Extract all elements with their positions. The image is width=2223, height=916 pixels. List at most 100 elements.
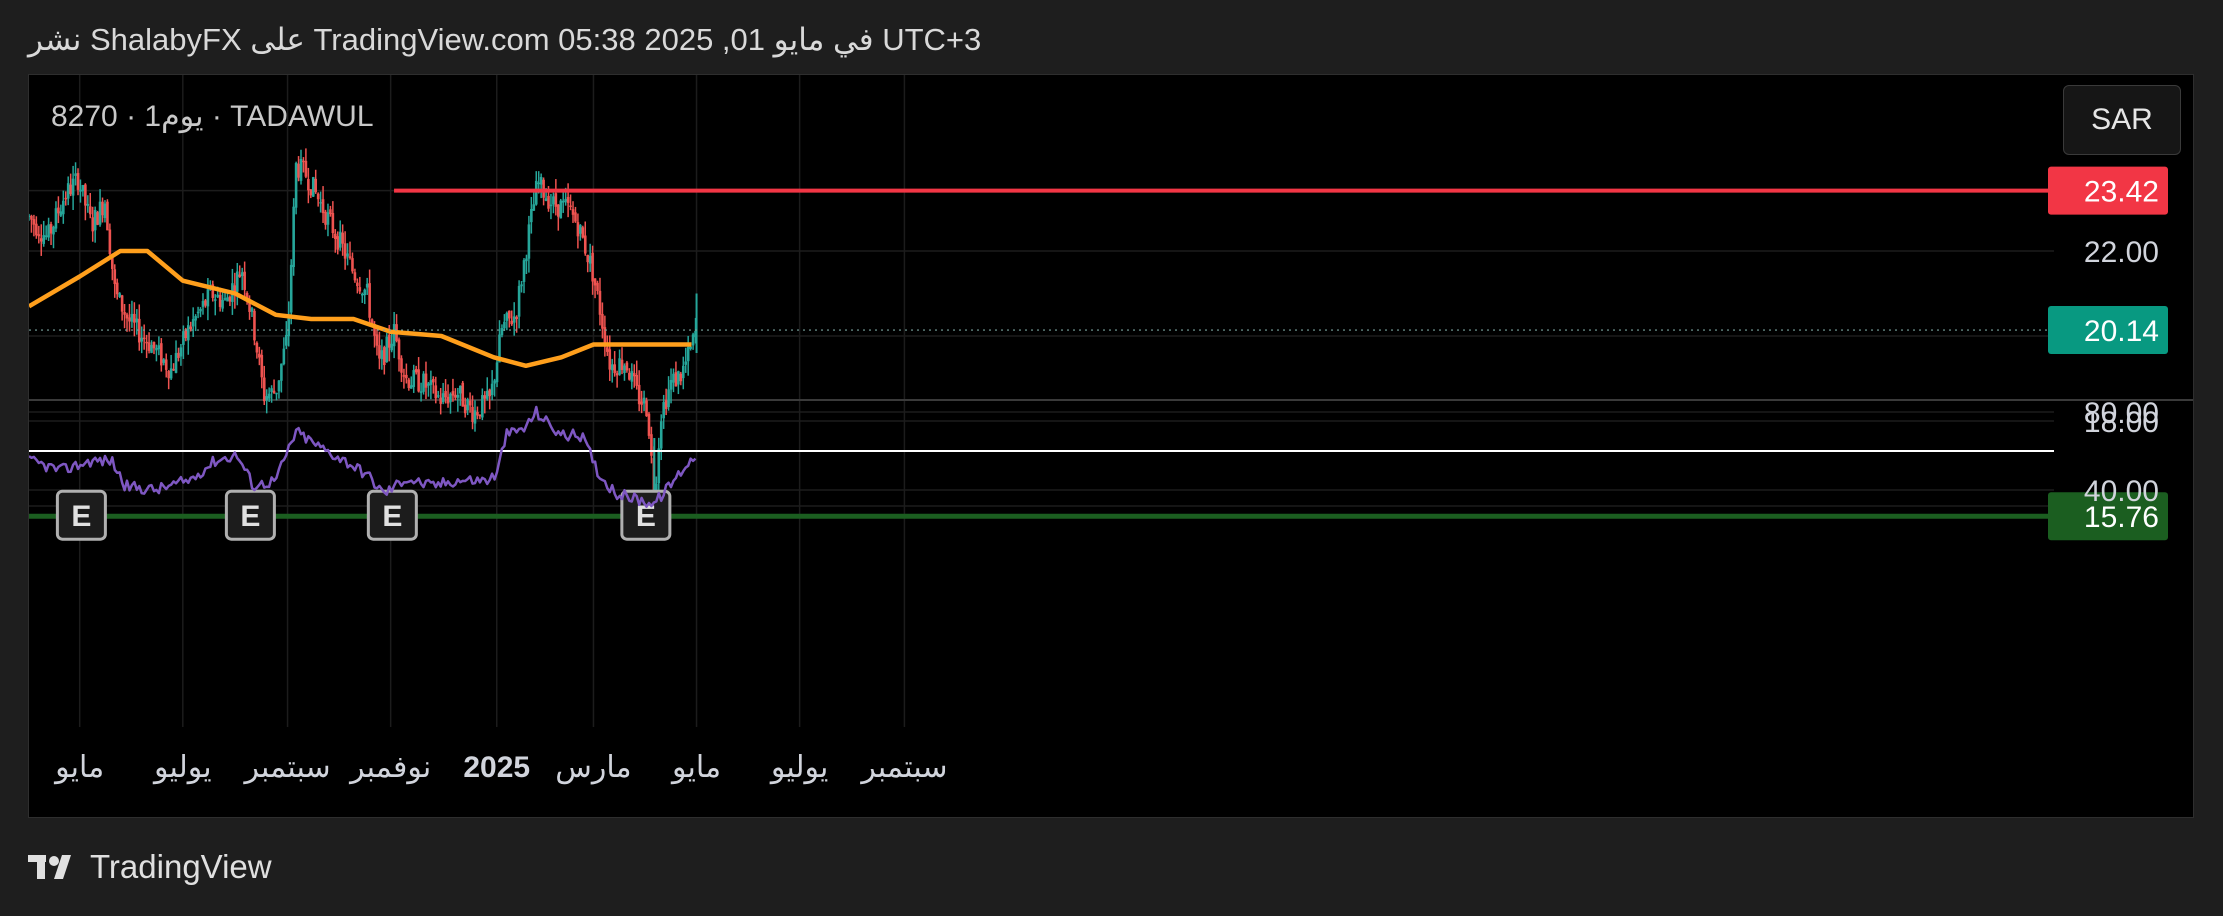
rsi-line[interactable] bbox=[29, 405, 697, 508]
candle bbox=[282, 337, 286, 366]
candle-body bbox=[613, 364, 616, 374]
candle-body bbox=[201, 301, 205, 307]
candle-body bbox=[476, 412, 479, 416]
candle-body bbox=[684, 361, 688, 365]
candle-body bbox=[593, 278, 597, 286]
candle-body bbox=[363, 289, 367, 296]
candle-body bbox=[375, 334, 379, 346]
candle bbox=[360, 292, 364, 303]
candle-body bbox=[160, 343, 163, 366]
candle bbox=[490, 370, 494, 401]
chart-panel[interactable]: EEEE 22.00 18.00 23.42 20.14 15.76 80.00 40.00… bbox=[28, 74, 2194, 818]
earnings-marker[interactable]: E bbox=[366, 489, 418, 541]
symbol-label: 8270 · يوم1 · TADAWUL bbox=[51, 100, 374, 133]
candle-body bbox=[311, 177, 315, 197]
candle-body bbox=[182, 331, 185, 345]
price-label-last-price[interactable]: 20.14 bbox=[2048, 306, 2168, 355]
candle bbox=[383, 345, 386, 375]
candle bbox=[37, 225, 41, 244]
candle-body bbox=[179, 347, 183, 357]
candle bbox=[561, 189, 565, 213]
candle-body bbox=[115, 282, 119, 295]
candle-body bbox=[137, 318, 141, 343]
candle bbox=[505, 311, 509, 331]
candle bbox=[375, 329, 379, 356]
candle-body bbox=[194, 316, 197, 321]
rsi-pane bbox=[29, 405, 2054, 508]
candle bbox=[574, 206, 577, 223]
candle-body bbox=[324, 211, 327, 225]
candle bbox=[74, 162, 77, 186]
candle-body bbox=[657, 448, 661, 484]
candle-body bbox=[172, 368, 175, 371]
candle-body bbox=[186, 325, 190, 341]
candle bbox=[601, 302, 604, 339]
time-axis-tick: يوليو bbox=[152, 751, 212, 784]
candle bbox=[169, 354, 173, 381]
candle bbox=[88, 192, 92, 219]
candle-body bbox=[537, 182, 541, 185]
candle-body bbox=[334, 233, 337, 240]
candle bbox=[569, 194, 572, 211]
candle-body bbox=[488, 389, 491, 397]
candle-body bbox=[444, 390, 447, 398]
candle-body bbox=[216, 294, 219, 298]
candle-body bbox=[485, 390, 489, 399]
candle bbox=[179, 343, 183, 366]
candle bbox=[461, 380, 465, 407]
time-axis-tick: نوفمبر bbox=[348, 751, 431, 784]
candle bbox=[554, 179, 558, 216]
candle-body bbox=[321, 199, 325, 214]
candle bbox=[299, 149, 303, 185]
brand-name: TradingView bbox=[90, 848, 272, 885]
candle bbox=[235, 263, 239, 306]
candle bbox=[650, 426, 653, 464]
candle-body bbox=[566, 196, 570, 203]
candle bbox=[123, 303, 126, 329]
candle-body bbox=[191, 319, 195, 327]
candle-body bbox=[461, 382, 465, 407]
candle bbox=[620, 347, 624, 375]
candle bbox=[613, 351, 616, 377]
candle bbox=[684, 347, 688, 373]
candle-body bbox=[549, 204, 553, 207]
candle bbox=[140, 326, 144, 354]
candle bbox=[93, 206, 97, 243]
candle bbox=[47, 217, 50, 241]
candle-body bbox=[32, 219, 36, 225]
earnings-marker[interactable]: E bbox=[224, 489, 276, 541]
candle-body bbox=[579, 225, 582, 234]
candle-body bbox=[432, 378, 435, 383]
candle bbox=[645, 397, 648, 417]
price-axis-tick: 22.00 bbox=[2084, 236, 2159, 269]
candle-body bbox=[147, 342, 151, 351]
published-info: نشر ShalabyFX على TradingView.com 05:38 … bbox=[28, 22, 982, 57]
candle-body bbox=[66, 183, 70, 199]
candle bbox=[174, 340, 178, 374]
candle bbox=[199, 307, 202, 318]
candle-body bbox=[292, 206, 295, 268]
candle bbox=[586, 254, 590, 273]
candle-body bbox=[93, 210, 97, 231]
price-label-resistance[interactable]: 23.42 bbox=[2048, 166, 2168, 215]
candle bbox=[422, 371, 425, 395]
candle-body bbox=[446, 396, 450, 404]
candle-body bbox=[400, 358, 403, 373]
candle-body bbox=[463, 404, 467, 414]
candle-body bbox=[255, 342, 259, 353]
tradingview-logo-icon bbox=[28, 855, 71, 879]
currency-button[interactable]: SAR bbox=[2063, 85, 2181, 155]
candle-body bbox=[133, 313, 136, 323]
candle-body bbox=[586, 254, 590, 263]
candle-body bbox=[258, 353, 261, 358]
chart-canvas[interactable]: EEEE 22.0018.0023.4220.1415.7680.0040.00… bbox=[29, 75, 2194, 818]
candle-body bbox=[289, 264, 293, 313]
candle bbox=[441, 382, 445, 405]
candle-body bbox=[532, 204, 536, 211]
candle bbox=[647, 412, 651, 439]
earnings-marker[interactable]: E bbox=[55, 489, 107, 541]
candle bbox=[419, 382, 423, 402]
candle-body bbox=[510, 320, 514, 325]
time-axis-tick: مايو bbox=[670, 751, 721, 784]
candle bbox=[615, 370, 619, 388]
